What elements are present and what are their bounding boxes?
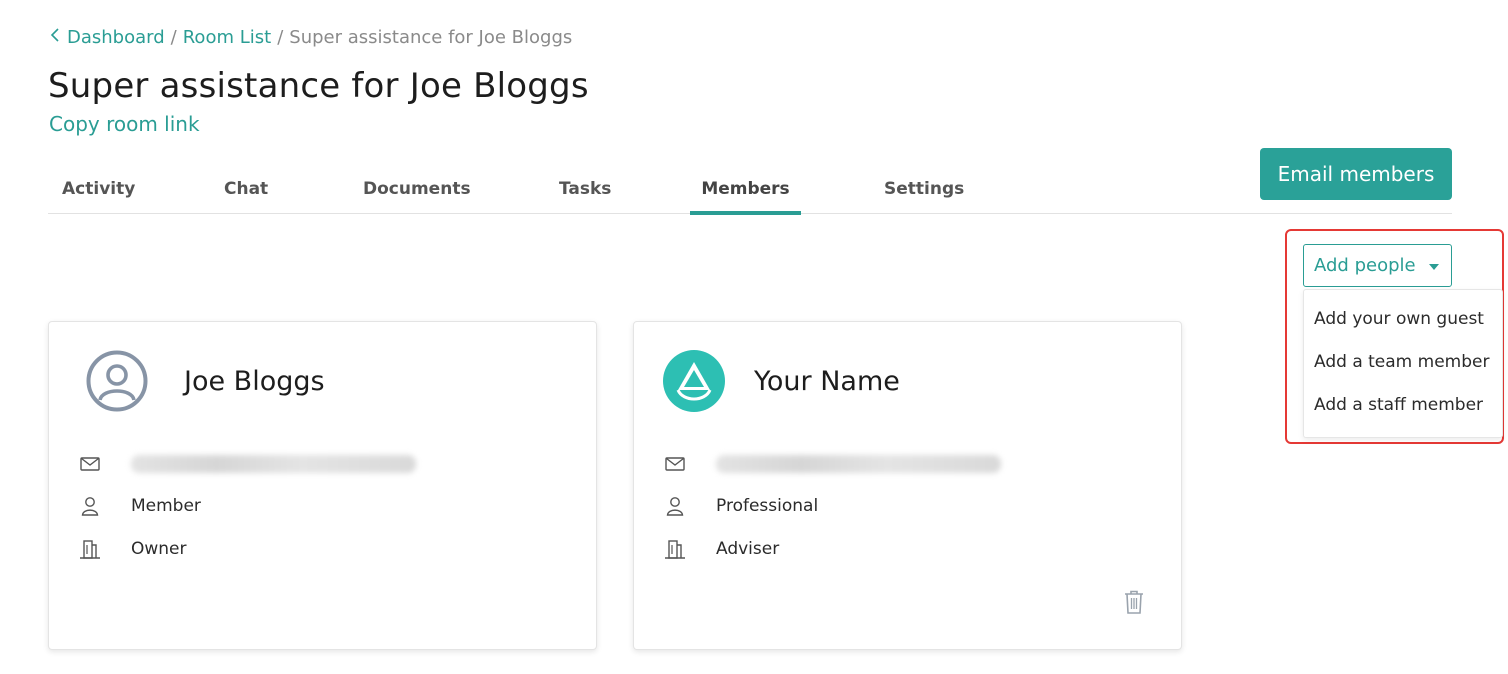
member-role-row: Member [79, 494, 201, 518]
tab-activity[interactable]: Activity [62, 168, 135, 214]
member-name: Your Name [754, 366, 900, 397]
member-relationship-row: Owner [79, 537, 187, 561]
member-role: Member [131, 496, 201, 516]
member-email-row [664, 452, 1001, 476]
breadcrumb-separator: / [277, 27, 284, 48]
member-email-row [79, 452, 416, 476]
user-circle-icon [86, 350, 148, 412]
breadcrumb-dashboard[interactable]: Dashboard [67, 27, 165, 48]
building-icon [664, 538, 686, 560]
building-icon [79, 538, 101, 560]
menu-item-add-staff-member[interactable]: Add a staff member [1314, 395, 1483, 415]
copy-room-link[interactable]: Copy room link [49, 112, 200, 136]
breadcrumb-separator: / [170, 27, 177, 48]
email-members-button[interactable]: Email members [1260, 148, 1452, 200]
member-role: Professional [716, 496, 819, 516]
member-relationship: Adviser [716, 539, 780, 559]
tab-settings[interactable]: Settings [884, 168, 964, 214]
tab-documents[interactable]: Documents [363, 168, 471, 214]
page: Dashboard / Room List / Super assistance… [0, 0, 1508, 674]
person-icon [79, 495, 101, 517]
trash-icon[interactable] [1123, 589, 1145, 615]
envelope-icon [664, 453, 686, 475]
member-role-row: Professional [664, 494, 818, 518]
member-name: Joe Bloggs [184, 366, 325, 397]
member-relationship: Owner [131, 539, 187, 559]
tab-bar: Activity Chat Documents Tasks Members Se… [48, 168, 1452, 215]
menu-item-add-team-member[interactable]: Add a team member [1314, 352, 1489, 372]
breadcrumb-room-list[interactable]: Room List [183, 27, 271, 48]
member-card: Joe Bloggs Member Owner [48, 321, 597, 650]
page-title: Super assistance for Joe Bloggs [48, 66, 589, 106]
add-people-menu: Add your own guest Add a team member Add… [1303, 289, 1503, 438]
add-people-button[interactable]: Add people [1303, 244, 1452, 287]
member-email-obscured [131, 455, 416, 473]
add-people-label: Add people [1314, 255, 1416, 276]
breadcrumb-current: Super assistance for Joe Bloggs [289, 27, 573, 48]
caret-down-icon [1429, 264, 1439, 270]
tab-chat[interactable]: Chat [224, 168, 268, 214]
brand-logo-icon [663, 350, 725, 412]
breadcrumb: Dashboard / Room List / Super assistance… [49, 27, 572, 48]
chevron-left-icon[interactable] [49, 27, 63, 48]
envelope-icon [79, 453, 101, 475]
tab-tasks[interactable]: Tasks [559, 168, 611, 214]
member-relationship-row: Adviser [664, 537, 779, 561]
member-card: Your Name Professional Adviser [633, 321, 1182, 650]
person-icon [664, 495, 686, 517]
tab-members[interactable]: Members [690, 168, 801, 215]
member-email-obscured [716, 455, 1001, 473]
menu-item-add-guest[interactable]: Add your own guest [1314, 309, 1484, 329]
